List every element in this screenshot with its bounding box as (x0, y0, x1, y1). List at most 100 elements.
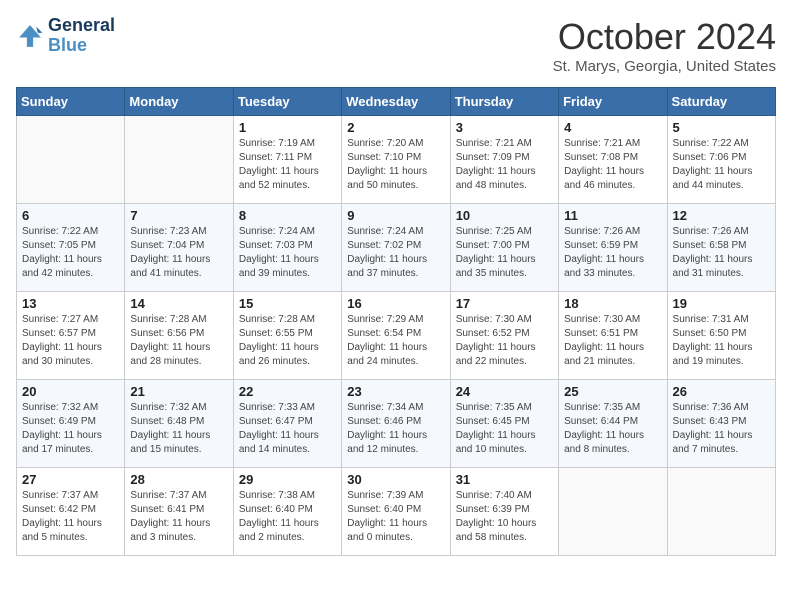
day-cell: 9 Sunrise: 7:24 AMSunset: 7:02 PMDaylight… (342, 204, 450, 292)
day-cell: 6Sunrise: 7:22 AMSunset: 7:05 PMDaylight… (17, 204, 125, 292)
day-cell: 2Sunrise: 7:20 AMSunset: 7:10 PMDaylight… (342, 116, 450, 204)
day-cell: 28 Sunrise: 7:37 AMSunset: 6:41 PMDayligh… (125, 468, 233, 556)
day-info: Sunrise: 7:23 AMSunset: 7:04 PMDaylight:… (130, 225, 227, 281)
day-info: Sunrise: 7:26 AMSunset: 6:58 PMDaylight:… (673, 225, 770, 281)
day-cell: 20Sunrise: 7:32 AMSunset: 6:49 PMDayligh… (17, 380, 125, 468)
month-title: October 2024 (553, 16, 776, 58)
day-number: 12 (673, 208, 770, 223)
header-cell-friday: Friday (559, 88, 667, 116)
day-number: 31 (456, 472, 553, 487)
day-number: 8 (239, 208, 336, 223)
day-cell: 8 Sunrise: 7:24 AMSunset: 7:03 PMDaylight… (233, 204, 341, 292)
day-info: Sunrise: 7:28 AMSunset: 6:55 PMDaylight:… (239, 313, 336, 369)
day-cell: 21 Sunrise: 7:32 AMSunset: 6:48 PMDayligh… (125, 380, 233, 468)
day-number: 6 (22, 208, 119, 223)
day-number: 18 (564, 296, 661, 311)
day-cell: 15 Sunrise: 7:28 AMSunset: 6:55 PMDayligh… (233, 292, 341, 380)
day-number: 22 (239, 384, 336, 399)
header-row: SundayMondayTuesdayWednesdayThursdayFrid… (17, 88, 776, 116)
day-info: Sunrise: 7:39 AMSunset: 6:40 PMDaylight:… (347, 489, 444, 545)
day-cell: 11Sunrise: 7:26 AMSunset: 6:59 PMDayligh… (559, 204, 667, 292)
day-cell: 7 Sunrise: 7:23 AMSunset: 7:04 PMDaylight… (125, 204, 233, 292)
day-info: Sunrise: 7:24 AMSunset: 7:02 PMDaylight:… (347, 225, 444, 281)
day-number: 5 (673, 120, 770, 135)
week-row-2: 6Sunrise: 7:22 AMSunset: 7:05 PMDaylight… (17, 204, 776, 292)
day-info: Sunrise: 7:38 AMSunset: 6:40 PMDaylight:… (239, 489, 336, 545)
day-number: 10 (456, 208, 553, 223)
day-number: 26 (673, 384, 770, 399)
day-cell: 22 Sunrise: 7:33 AMSunset: 6:47 PMDayligh… (233, 380, 341, 468)
header-cell-monday: Monday (125, 88, 233, 116)
logo-line2: Blue (48, 36, 115, 56)
day-cell: 4 Sunrise: 7:21 AMSunset: 7:08 PMDaylight… (559, 116, 667, 204)
day-info: Sunrise: 7:21 AMSunset: 7:09 PMDaylight:… (456, 137, 553, 193)
day-cell: 18 Sunrise: 7:30 AMSunset: 6:51 PMDayligh… (559, 292, 667, 380)
day-info: Sunrise: 7:32 AMSunset: 6:48 PMDaylight:… (130, 401, 227, 457)
day-number: 30 (347, 472, 444, 487)
day-info: Sunrise: 7:21 AMSunset: 7:08 PMDaylight:… (564, 137, 661, 193)
day-cell: 17Sunrise: 7:30 AMSunset: 6:52 PMDayligh… (450, 292, 558, 380)
day-info: Sunrise: 7:30 AMSunset: 6:51 PMDaylight:… (564, 313, 661, 369)
day-number: 27 (22, 472, 119, 487)
location-subtitle: St. Marys, Georgia, United States (553, 58, 776, 75)
day-info: Sunrise: 7:26 AMSunset: 6:59 PMDaylight:… (564, 225, 661, 281)
day-cell: 10 Sunrise: 7:25 AMSunset: 7:00 PMDayligh… (450, 204, 558, 292)
day-info: Sunrise: 7:37 AMSunset: 6:41 PMDaylight:… (130, 489, 227, 545)
day-info: Sunrise: 7:37 AMSunset: 6:42 PMDaylight:… (22, 489, 119, 545)
day-number: 24 (456, 384, 553, 399)
day-cell: 14 Sunrise: 7:28 AMSunset: 6:56 PMDayligh… (125, 292, 233, 380)
day-info: Sunrise: 7:36 AMSunset: 6:43 PMDaylight:… (673, 401, 770, 457)
day-info: Sunrise: 7:27 AMSunset: 6:57 PMDaylight:… (22, 313, 119, 369)
day-cell: 26 Sunrise: 7:36 AMSunset: 6:43 PMDayligh… (667, 380, 775, 468)
day-cell (559, 468, 667, 556)
day-number: 7 (130, 208, 227, 223)
day-number: 28 (130, 472, 227, 487)
day-number: 19 (673, 296, 770, 311)
logo-line1: General (48, 16, 115, 36)
day-cell: 25Sunrise: 7:35 AMSunset: 6:44 PMDayligh… (559, 380, 667, 468)
calendar-table: SundayMondayTuesdayWednesdayThursdayFrid… (16, 87, 776, 556)
day-number: 3 (456, 120, 553, 135)
day-number: 14 (130, 296, 227, 311)
week-row-3: 13 Sunrise: 7:27 AMSunset: 6:57 PMDayligh… (17, 292, 776, 380)
logo-icon (16, 22, 44, 50)
day-number: 20 (22, 384, 119, 399)
day-cell (667, 468, 775, 556)
calendar-body: 1Sunrise: 7:19 AMSunset: 7:11 PMDaylight… (17, 116, 776, 556)
day-info: Sunrise: 7:24 AMSunset: 7:03 PMDaylight:… (239, 225, 336, 281)
day-cell: 19Sunrise: 7:31 AMSunset: 6:50 PMDayligh… (667, 292, 775, 380)
day-number: 9 (347, 208, 444, 223)
day-number: 25 (564, 384, 661, 399)
week-row-1: 1Sunrise: 7:19 AMSunset: 7:11 PMDaylight… (17, 116, 776, 204)
day-number: 23 (347, 384, 444, 399)
calendar-header: SundayMondayTuesdayWednesdayThursdayFrid… (17, 88, 776, 116)
day-cell: 16Sunrise: 7:29 AMSunset: 6:54 PMDayligh… (342, 292, 450, 380)
day-info: Sunrise: 7:20 AMSunset: 7:10 PMDaylight:… (347, 137, 444, 193)
logo: General Blue (16, 16, 115, 56)
logo-text: General Blue (48, 16, 115, 56)
day-number: 21 (130, 384, 227, 399)
day-cell: 24Sunrise: 7:35 AMSunset: 6:45 PMDayligh… (450, 380, 558, 468)
day-cell: 13 Sunrise: 7:27 AMSunset: 6:57 PMDayligh… (17, 292, 125, 380)
day-info: Sunrise: 7:22 AMSunset: 7:06 PMDaylight:… (673, 137, 770, 193)
day-cell: 3 Sunrise: 7:21 AMSunset: 7:09 PMDaylight… (450, 116, 558, 204)
day-number: 4 (564, 120, 661, 135)
week-row-4: 20Sunrise: 7:32 AMSunset: 6:49 PMDayligh… (17, 380, 776, 468)
day-info: Sunrise: 7:33 AMSunset: 6:47 PMDaylight:… (239, 401, 336, 457)
title-area: October 2024 St. Marys, Georgia, United … (553, 16, 776, 75)
day-cell (125, 116, 233, 204)
header-cell-sunday: Sunday (17, 88, 125, 116)
day-info: Sunrise: 7:28 AMSunset: 6:56 PMDaylight:… (130, 313, 227, 369)
page-header: General Blue October 2024 St. Marys, Geo… (16, 16, 776, 75)
day-number: 13 (22, 296, 119, 311)
day-number: 15 (239, 296, 336, 311)
header-cell-thursday: Thursday (450, 88, 558, 116)
day-cell: 30 Sunrise: 7:39 AMSunset: 6:40 PMDayligh… (342, 468, 450, 556)
day-info: Sunrise: 7:25 AMSunset: 7:00 PMDaylight:… (456, 225, 553, 281)
day-number: 29 (239, 472, 336, 487)
day-cell: 1Sunrise: 7:19 AMSunset: 7:11 PMDaylight… (233, 116, 341, 204)
day-number: 16 (347, 296, 444, 311)
header-cell-tuesday: Tuesday (233, 88, 341, 116)
day-info: Sunrise: 7:30 AMSunset: 6:52 PMDaylight:… (456, 313, 553, 369)
day-info: Sunrise: 7:34 AMSunset: 6:46 PMDaylight:… (347, 401, 444, 457)
